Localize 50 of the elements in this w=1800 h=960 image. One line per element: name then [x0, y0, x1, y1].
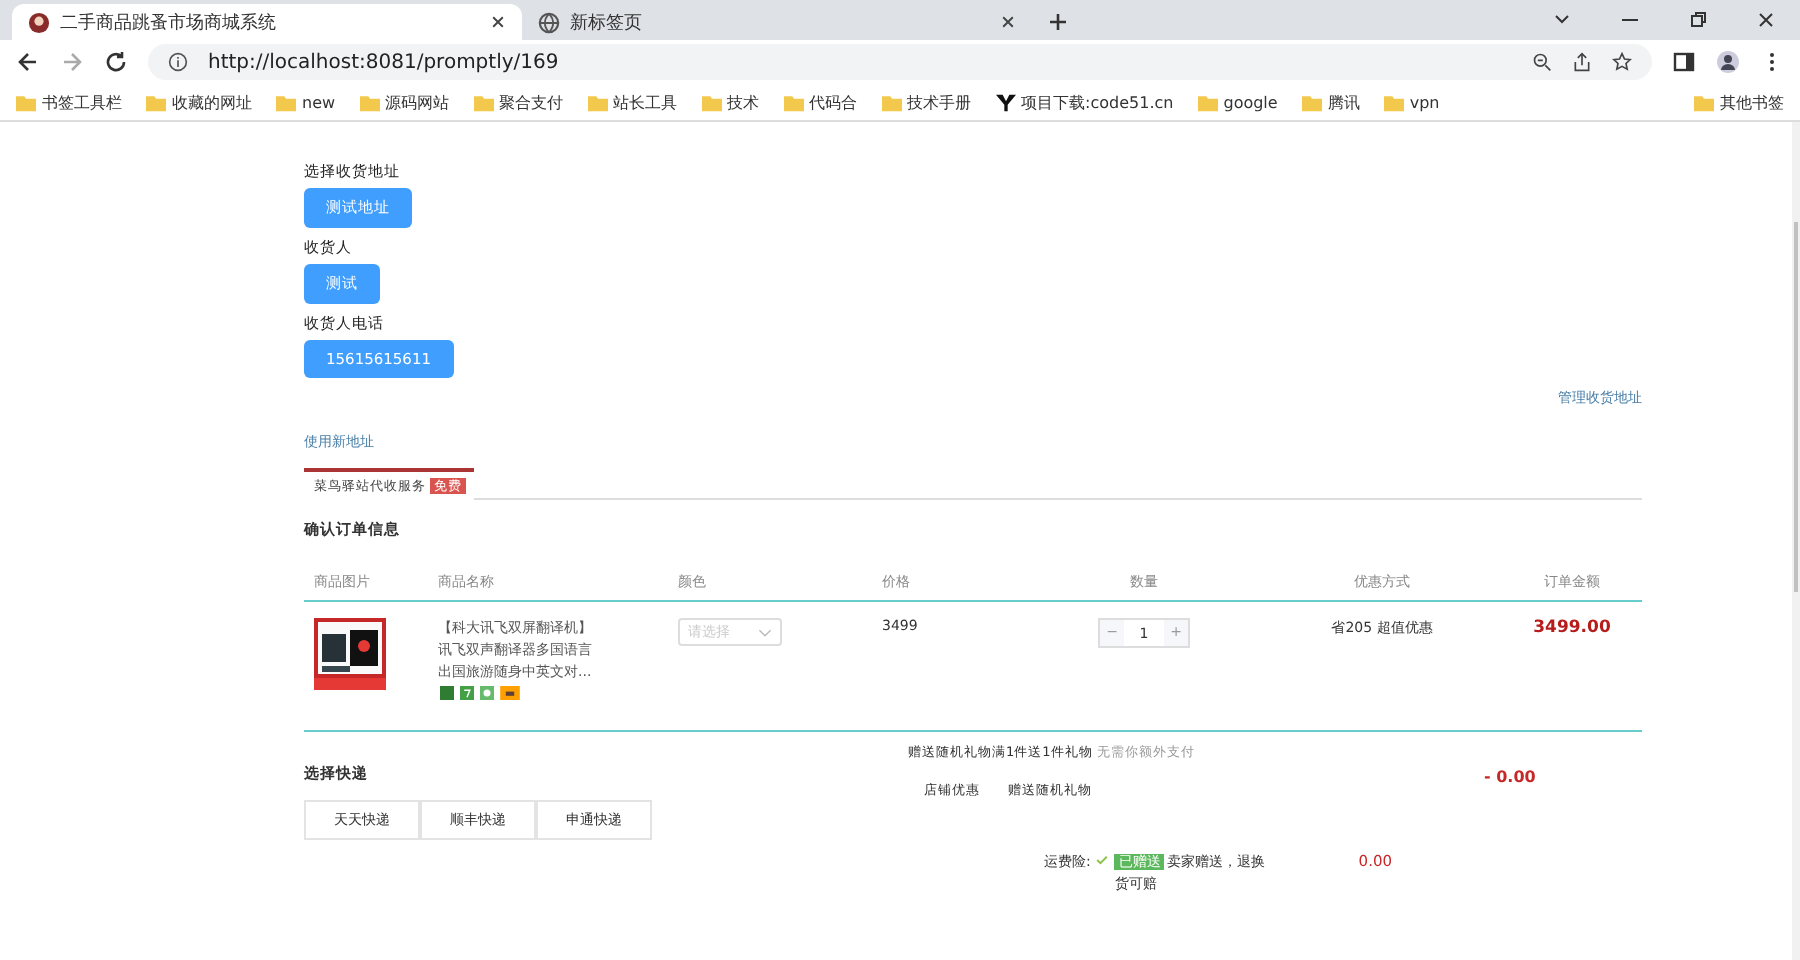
bookmark[interactable]: 书签工具栏 [16, 91, 122, 113]
reload-icon[interactable] [104, 50, 128, 74]
caret-icon [758, 627, 772, 637]
folder-icon [881, 93, 902, 111]
back-icon[interactable] [16, 50, 40, 74]
star-icon[interactable] [1612, 52, 1632, 72]
bookmark[interactable]: 其他书签 [1694, 91, 1784, 113]
folder-icon [783, 93, 804, 111]
close-icon[interactable] [490, 14, 506, 30]
restore-icon[interactable] [1688, 10, 1708, 30]
info-icon [168, 52, 188, 72]
browser-tab[interactable]: 二手商品跳蚤市场商城系统 [12, 4, 522, 40]
folder-icon [1694, 93, 1714, 111]
checkbox[interactable] [1094, 852, 1111, 868]
folder-icon [276, 93, 296, 111]
globe-icon [538, 11, 560, 33]
bookmark[interactable]: 源码网站 [359, 91, 450, 113]
bookmark[interactable]: 技术 [701, 91, 760, 113]
y-logo-icon [995, 93, 1016, 111]
zoom-icon[interactable] [1532, 52, 1552, 72]
address-bar[interactable]: http://localhost:8081/promptly/169 [148, 44, 1652, 80]
share-icon[interactable] [1572, 52, 1592, 72]
folder-icon [16, 93, 36, 111]
discount-amount: - 0.00 [1484, 768, 1536, 790]
side-panel-icon[interactable] [1672, 50, 1696, 74]
profile-icon[interactable] [1716, 50, 1740, 74]
bookmark[interactable]: 项目下载:code51.cn [995, 91, 1174, 113]
bookmark[interactable]: vpn [1383, 93, 1440, 111]
folder-icon [146, 93, 166, 111]
favicon-icon [28, 11, 50, 33]
bookmark[interactable]: google [1197, 93, 1278, 111]
bookmark[interactable]: 技术手册 [881, 91, 972, 113]
new-tab-icon[interactable] [1048, 12, 1068, 32]
folder-icon [1197, 93, 1218, 111]
folder-icon [1301, 93, 1322, 111]
order-amount: 3499.00 [1531, 618, 1613, 638]
folder-icon [587, 93, 608, 111]
bookmark[interactable]: new [276, 93, 336, 111]
close-icon[interactable] [1756, 10, 1776, 30]
close-icon[interactable] [1000, 14, 1016, 30]
browser-tab[interactable]: 新标签页 [522, 4, 1032, 40]
folder-icon [359, 93, 380, 111]
bookmark[interactable]: 腾讯 [1301, 91, 1360, 113]
bookmark[interactable]: 站长工具 [587, 91, 678, 113]
bookmark[interactable]: 聚合支付 [473, 91, 564, 113]
folder-icon [473, 93, 494, 111]
bookmark[interactable]: 收藏的网址 [146, 91, 252, 113]
folder-icon [701, 93, 722, 111]
folder-icon [1383, 93, 1404, 111]
bookmark[interactable]: 代码合 [783, 91, 858, 113]
